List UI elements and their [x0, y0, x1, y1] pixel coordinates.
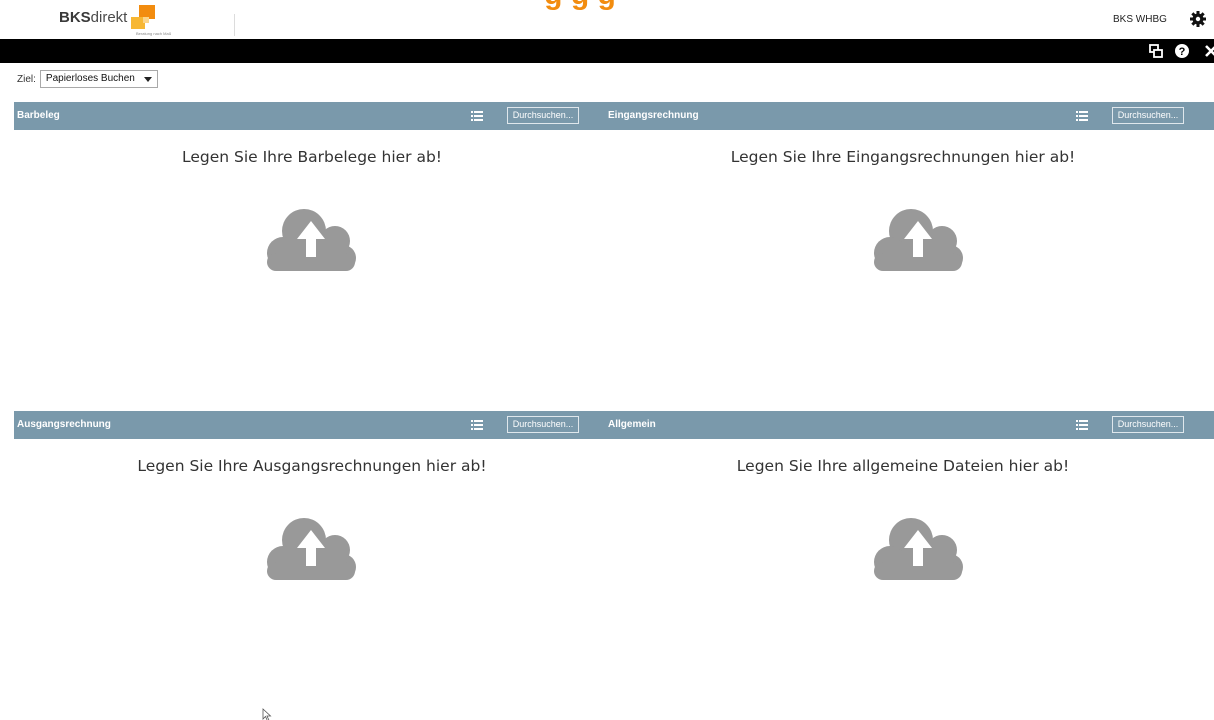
panel-header: Ausgangsrechnung Durchsuchen... — [14, 411, 610, 439]
window-restore-icon[interactable] — [1148, 43, 1164, 59]
browse-button[interactable]: Durchsuchen... — [507, 107, 579, 124]
panel-title: Allgemein — [608, 419, 656, 430]
browse-button[interactable]: Durchsuchen... — [1112, 107, 1184, 124]
panel-title: Barbeleg — [17, 110, 60, 121]
browse-button[interactable]: Durchsuchen... — [1112, 416, 1184, 433]
panel-header: Barbeleg Durchsuchen... — [14, 102, 610, 130]
panel-ausgangsrechnung: Ausgangsrechnung Durchsuchen... Legen Si… — [14, 411, 610, 711]
app-header: BKSdirekt Beratung nach Maß g g g BKS WH… — [0, 0, 1214, 39]
target-select[interactable]: Papierloses Buchen — [39, 70, 158, 88]
page-heading: g g g — [300, 0, 860, 12]
drop-zone[interactable]: Legen Sie Ihre Ausgangsrechnungen hier a… — [14, 439, 610, 709]
panel-header: Allgemein Durchsuchen... — [605, 411, 1214, 439]
drop-message: Legen Sie Ihre Barbelege hier ab! — [181, 148, 443, 166]
cloud-upload-icon — [874, 518, 963, 580]
cloud-upload-icon — [267, 209, 356, 271]
user-name[interactable]: BKS WHBG — [1113, 14, 1167, 25]
list-icon[interactable] — [470, 418, 484, 432]
header-divider — [234, 14, 235, 36]
drop-message: Legen Sie Ihre Ausgangsrechnungen hier a… — [137, 457, 487, 475]
logo-wordmark: BKSdirekt — [59, 9, 128, 26]
panel-header: Eingangsrechnung Durchsuchen... — [605, 102, 1214, 130]
chevron-down-icon — [143, 77, 152, 82]
panel-title: Eingangsrechnung — [608, 110, 699, 121]
browse-button[interactable]: Durchsuchen... — [507, 416, 579, 433]
logo-squares-icon — [129, 3, 159, 33]
cloud-upload-icon — [874, 209, 963, 271]
target-select-value: Papierloses Buchen — [45, 73, 135, 84]
help-icon[interactable]: ? — [1174, 43, 1190, 59]
close-icon[interactable] — [1203, 43, 1214, 59]
target-label: Ziel: — [17, 73, 36, 85]
drop-message: Legen Sie Ihre allgemeine Dateien hier a… — [736, 457, 1070, 475]
list-icon[interactable] — [470, 109, 484, 123]
panel-barbeleg: Barbeleg Durchsuchen... Legen Sie Ihre B… — [14, 102, 610, 402]
logo-tagline: Beratung nach Maß — [136, 31, 172, 36]
list-icon[interactable] — [1075, 109, 1089, 123]
gear-icon[interactable] — [1188, 9, 1208, 29]
panel-title: Ausgangsrechnung — [17, 419, 111, 430]
panel-eingangsrechnung: Eingangsrechnung Durchsuchen... Legen Si… — [605, 102, 1214, 402]
cloud-upload-icon — [267, 518, 356, 580]
drop-zone[interactable]: Legen Sie Ihre Barbelege hier ab! — [14, 130, 610, 400]
window-toolbar: ? — [0, 39, 1214, 63]
target-selector: Ziel: Papierloses Buchen — [17, 70, 158, 88]
drop-message: Legen Sie Ihre Eingangsrechnungen hier a… — [730, 148, 1076, 166]
drop-zone[interactable]: Legen Sie Ihre Eingangsrechnungen hier a… — [605, 130, 1214, 400]
list-icon[interactable] — [1075, 418, 1089, 432]
svg-text:?: ? — [1179, 46, 1186, 58]
panel-allgemein: Allgemein Durchsuchen... Legen Sie Ihre … — [605, 411, 1214, 711]
drop-zone[interactable]: Legen Sie Ihre allgemeine Dateien hier a… — [605, 439, 1214, 709]
mouse-pointer-icon — [262, 708, 272, 720]
